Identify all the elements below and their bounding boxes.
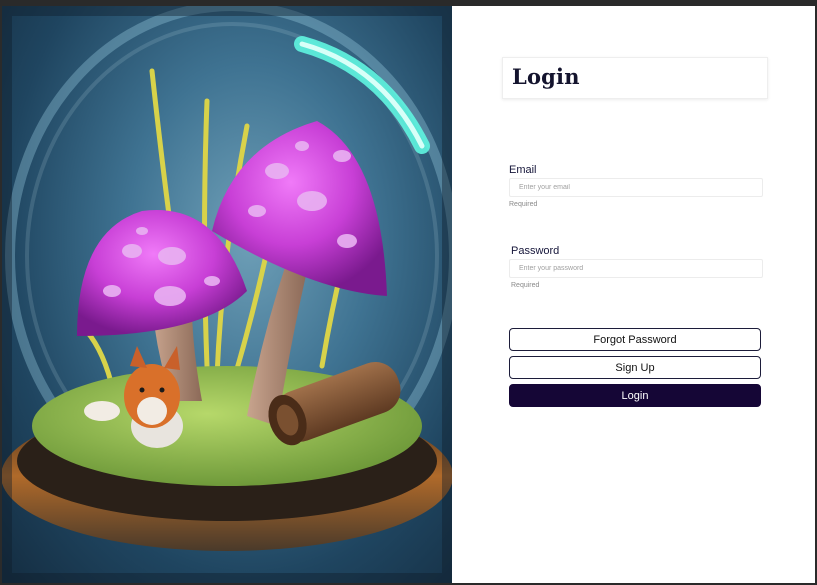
email-label: Email (509, 164, 537, 176)
email-helper-text: Required (509, 201, 538, 208)
login-button[interactable]: Login (509, 384, 761, 407)
email-input[interactable] (509, 178, 763, 197)
terrarium-illustration (2, 6, 452, 583)
sign-up-button[interactable]: Sign Up (509, 356, 761, 379)
login-title-card: Login (502, 57, 768, 99)
password-label: Password (511, 245, 560, 257)
hero-illustration (2, 6, 452, 583)
password-input[interactable] (509, 259, 763, 278)
password-helper-text: Required (511, 282, 540, 289)
page-title: Login (512, 64, 580, 89)
forgot-password-button[interactable]: Forgot Password (509, 328, 761, 351)
login-form-panel: Login Email Required Password Required F… (452, 6, 815, 583)
